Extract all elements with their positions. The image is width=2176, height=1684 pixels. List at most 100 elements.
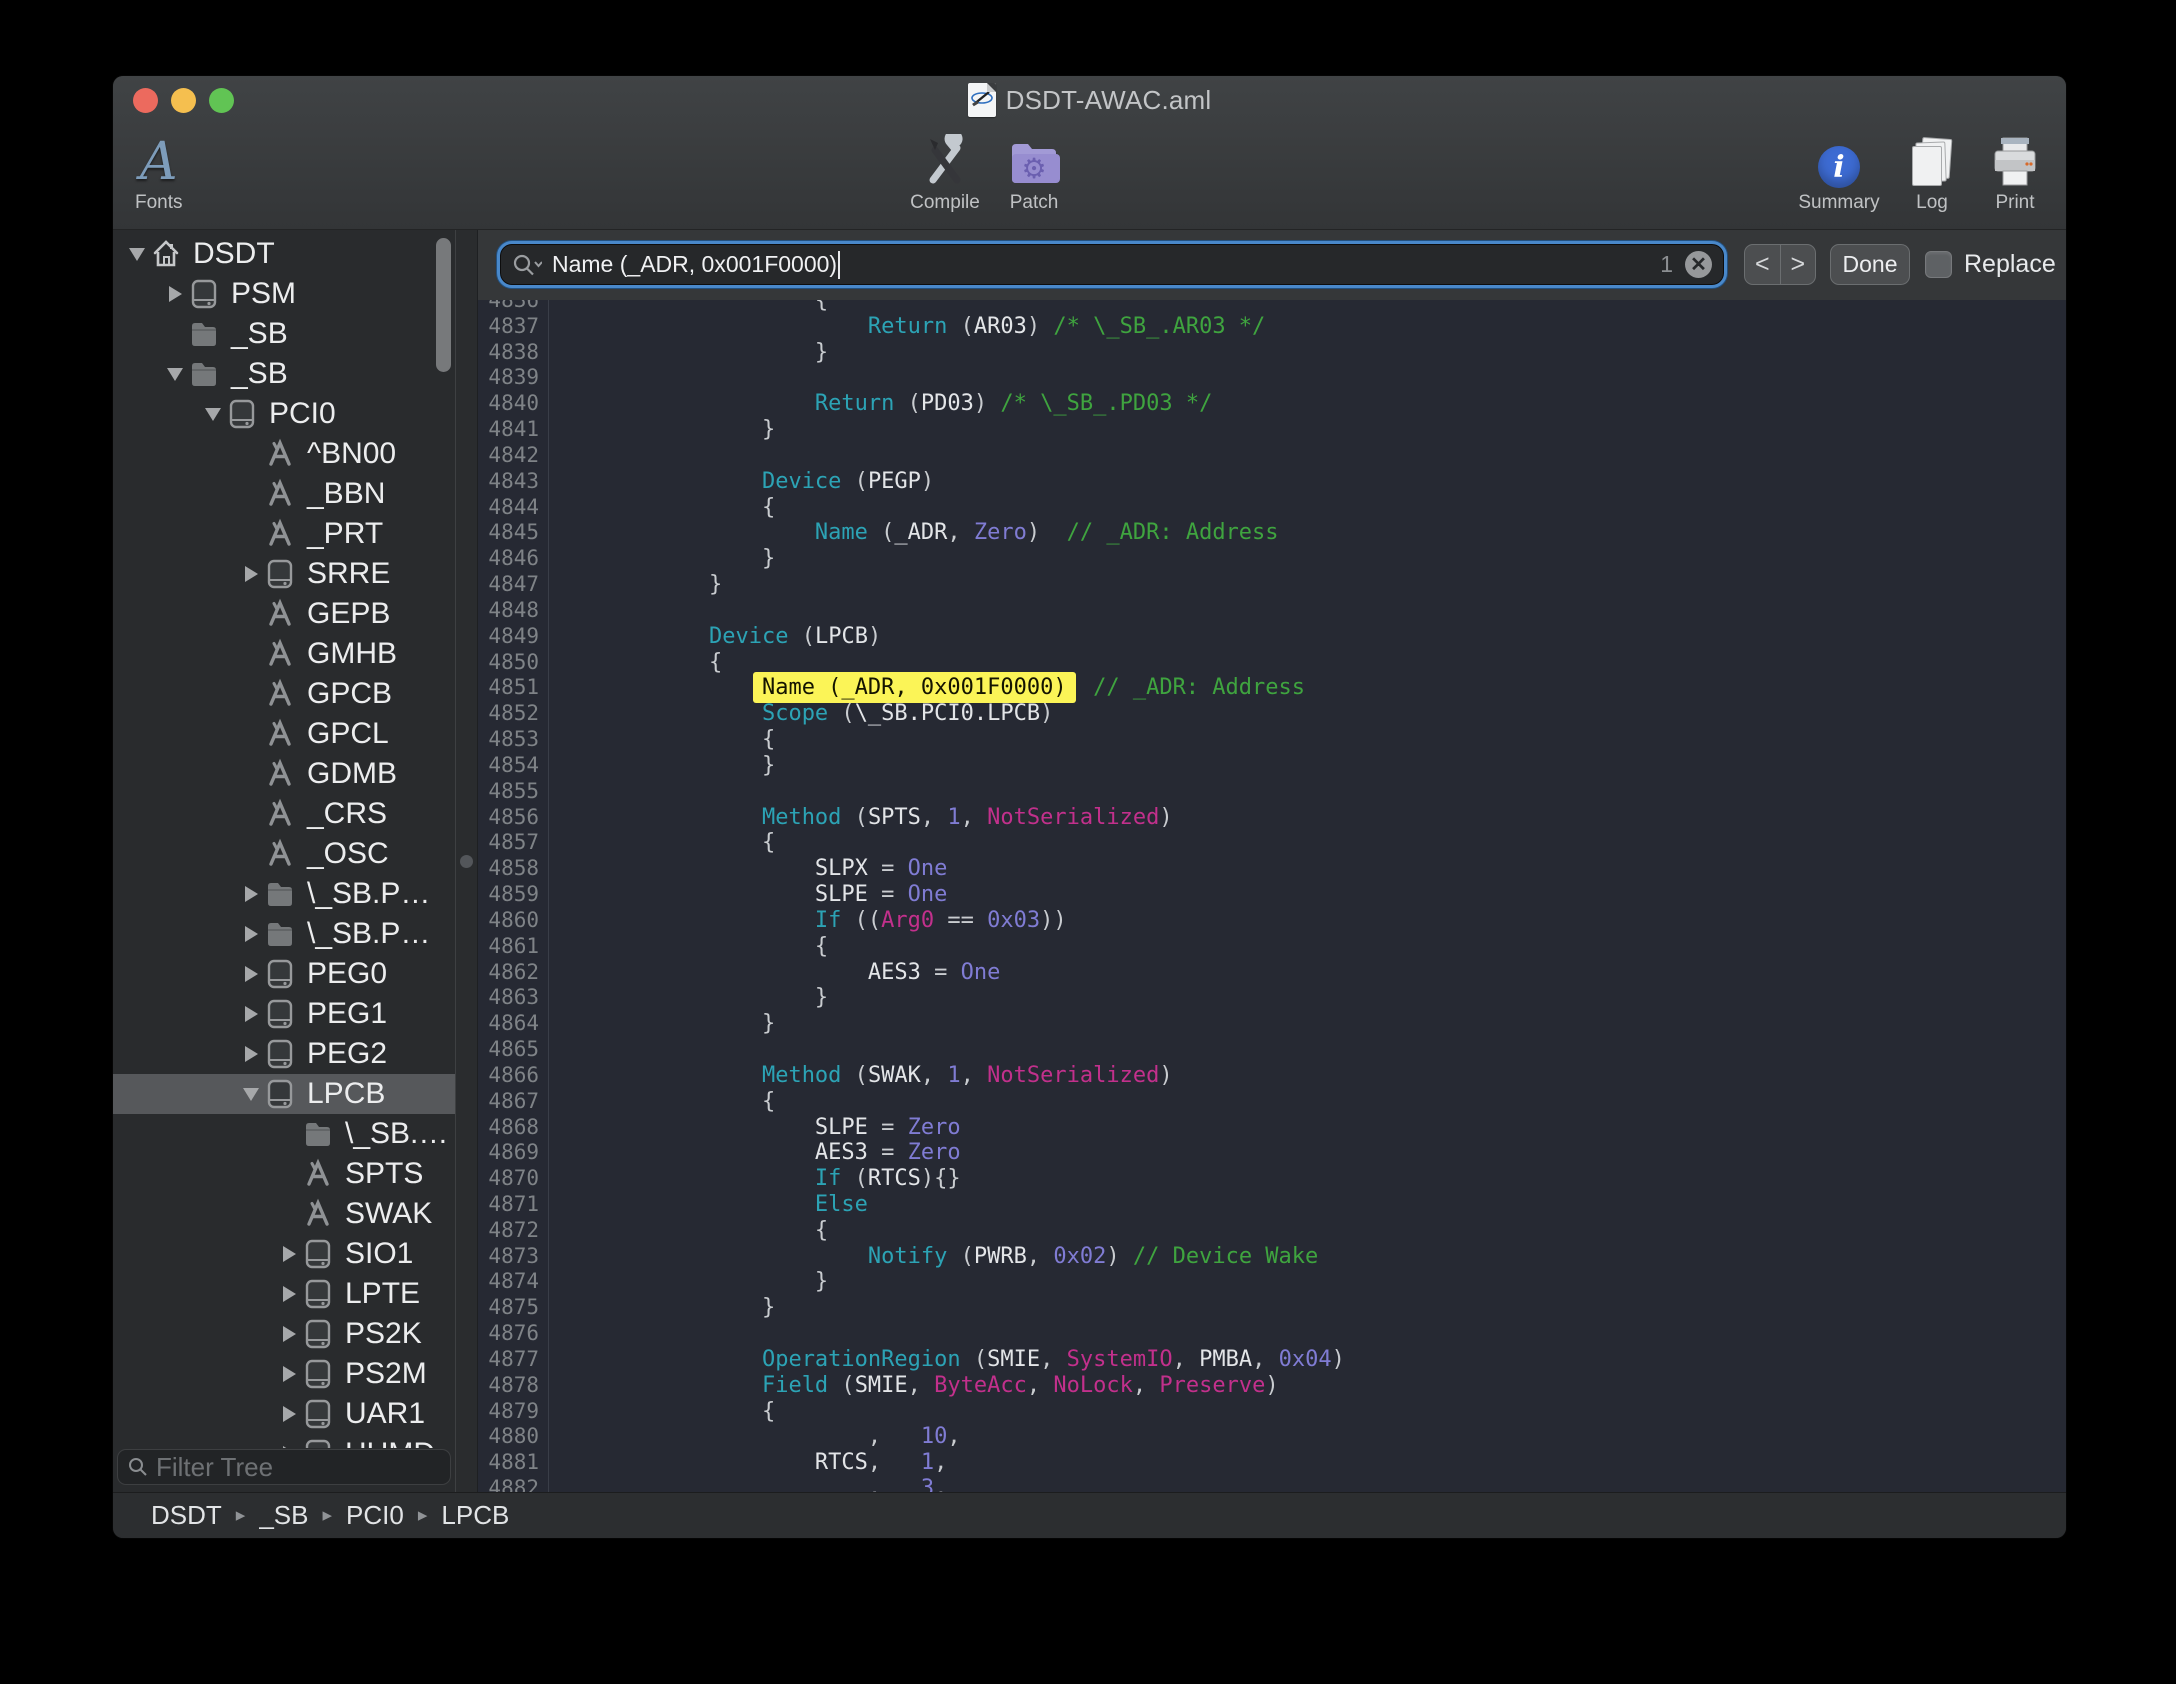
- done-button[interactable]: Done: [1830, 244, 1910, 285]
- disclosure-right-icon[interactable]: [277, 1406, 301, 1422]
- tree-item-uar1[interactable]: UAR1: [113, 1394, 455, 1434]
- code-line-4850: 4850 {: [478, 650, 2066, 676]
- find-input[interactable]: Name (_ADR, 0x001F0000) 1 ✕: [497, 241, 1727, 288]
- line-number: 4873: [478, 1244, 549, 1270]
- folder-icon: [265, 918, 295, 950]
- disclosure-right-icon[interactable]: [239, 926, 263, 942]
- tree-item-osc[interactable]: _OSC: [113, 834, 455, 874]
- tree-item-peg2[interactable]: PEG2: [113, 1034, 455, 1074]
- print-button[interactable]: Print: [1975, 132, 2055, 214]
- line-number: 4864: [478, 1011, 549, 1037]
- code-line-4873: 4873 Notify (PWRB, 0x02) // Device Wake: [478, 1244, 2066, 1270]
- tree-item-sio1[interactable]: SIO1: [113, 1234, 455, 1274]
- minimize-button[interactable]: [171, 88, 196, 113]
- disclosure-right-icon[interactable]: [239, 966, 263, 982]
- tree-item-prt[interactable]: _PRT: [113, 514, 455, 554]
- disclosure-right-icon[interactable]: [239, 566, 263, 582]
- tree-item-label: UAR1: [345, 1397, 425, 1431]
- find-bar: Name (_ADR, 0x001F0000) 1 ✕ < > Done Rep…: [478, 230, 2066, 300]
- disclosure-right-icon[interactable]: [277, 1366, 301, 1382]
- device-icon: [303, 1398, 333, 1430]
- tree-item-gpcl[interactable]: GPCL: [113, 714, 455, 754]
- code-line-4844: 4844 {: [478, 495, 2066, 521]
- tree-item-psm[interactable]: PSM: [113, 274, 455, 314]
- tree-item-ps2m[interactable]: PS2M: [113, 1354, 455, 1394]
- disclosure-right-icon[interactable]: [277, 1246, 301, 1262]
- zoom-button[interactable]: [209, 88, 234, 113]
- tree-item-ps2k[interactable]: PS2K: [113, 1314, 455, 1354]
- fonts-button[interactable]: A Fonts: [135, 132, 183, 214]
- code-line-4868: 4868 SLPE = Zero: [478, 1115, 2066, 1141]
- tree-item-crs[interactable]: _CRS: [113, 794, 455, 834]
- dsdt-tree: DSDTPSM_SB_SBPCI0^BN00_BBN_PRTSRREGEPBGM…: [113, 230, 455, 1448]
- tree-item-lpte[interactable]: LPTE: [113, 1274, 455, 1314]
- close-button[interactable]: [133, 88, 158, 113]
- code-editor[interactable]: 4836 {4837 Return (AR03) /* \_SB_.AR03 *…: [478, 300, 2066, 1492]
- tree-item-label: _SB: [231, 357, 288, 391]
- code-lines: 4836 {4837 Return (AR03) /* \_SB_.AR03 *…: [478, 300, 2066, 1492]
- clear-search-icon[interactable]: ✕: [1685, 251, 1712, 278]
- disclosure-right-icon[interactable]: [277, 1286, 301, 1302]
- tree-item-gmhb[interactable]: GMHB: [113, 634, 455, 674]
- disclosure-down-icon[interactable]: [239, 1088, 263, 1101]
- title-bar: DSDT-AWAC.aml: [113, 76, 2066, 124]
- summary-button[interactable]: i Summary: [1791, 132, 1887, 214]
- find-next-button[interactable]: >: [1781, 245, 1816, 284]
- disclosure-right-icon[interactable]: [239, 1046, 263, 1062]
- tree-item-gdmb[interactable]: GDMB: [113, 754, 455, 794]
- tree-item-swak[interactable]: SWAK: [113, 1194, 455, 1234]
- disclosure-right-icon[interactable]: [239, 1006, 263, 1022]
- svg-text:⚙: ⚙: [1021, 153, 1046, 184]
- disclosure-down-icon[interactable]: [163, 368, 187, 381]
- tree-item-humd[interactable]: HUMD: [113, 1434, 455, 1448]
- tree-item-lpcb[interactable]: LPCB: [113, 1074, 455, 1114]
- line-number: 4849: [478, 624, 549, 650]
- filter-tree-input[interactable]: Filter Tree: [117, 1449, 451, 1485]
- tree-item-gepb[interactable]: GEPB: [113, 594, 455, 634]
- disclosure-right-icon[interactable]: [277, 1326, 301, 1342]
- disclosure-right-icon[interactable]: [277, 1446, 301, 1448]
- replace-checkbox[interactable]: [1925, 251, 1952, 278]
- breadcrumb-item-dsdt[interactable]: DSDT: [151, 1500, 222, 1531]
- search-menu-icon[interactable]: [512, 253, 542, 277]
- tree-item-bbn[interactable]: _BBN: [113, 474, 455, 514]
- code-line-4846: 4846 }: [478, 546, 2066, 572]
- tree-item-sb[interactable]: _SB: [113, 314, 455, 354]
- tree-item-peg1[interactable]: PEG1: [113, 994, 455, 1034]
- split-divider[interactable]: [455, 230, 478, 1492]
- tree-item-sb[interactable]: \_SB.…: [113, 1114, 455, 1154]
- disclosure-down-icon[interactable]: [201, 408, 225, 421]
- breadcrumb-separator-icon: ▸: [322, 1504, 332, 1527]
- tree-item-dsdt[interactable]: DSDT: [113, 234, 455, 274]
- tree-item-bn00[interactable]: ^BN00: [113, 434, 455, 474]
- disclosure-down-icon[interactable]: [125, 248, 149, 261]
- line-number: 4875: [478, 1295, 549, 1321]
- breadcrumb-item-pci0[interactable]: PCI0: [346, 1500, 404, 1531]
- tree-item-sbp[interactable]: \_SB.P…: [113, 914, 455, 954]
- line-number: 4844: [478, 495, 549, 521]
- line-number: 4843: [478, 469, 549, 495]
- method-icon: [265, 438, 295, 470]
- breadcrumb-item-lpcb[interactable]: LPCB: [441, 1500, 509, 1531]
- disclosure-right-icon[interactable]: [163, 286, 187, 302]
- tree-item-peg0[interactable]: PEG0: [113, 954, 455, 994]
- code-line-4856: 4856 Method (SPTS, 1, NotSerialized): [478, 805, 2066, 831]
- tree-item-sbp[interactable]: \_SB.P…: [113, 874, 455, 914]
- tree-item-pci0[interactable]: PCI0: [113, 394, 455, 434]
- line-number: 4848: [478, 598, 549, 624]
- compile-button[interactable]: Compile: [895, 132, 995, 214]
- tree-item-sb[interactable]: _SB: [113, 354, 455, 394]
- device-icon: [265, 998, 295, 1030]
- line-number: 4859: [478, 882, 549, 908]
- disclosure-right-icon[interactable]: [239, 886, 263, 902]
- code-line-4880: 4880 , 10,: [478, 1424, 2066, 1450]
- find-previous-button[interactable]: <: [1745, 245, 1781, 284]
- tree-item-spts[interactable]: SPTS: [113, 1154, 455, 1194]
- fonts-label: Fonts: [135, 192, 183, 214]
- breadcrumb-item-sb[interactable]: _SB: [259, 1500, 308, 1531]
- tree-item-srre[interactable]: SRRE: [113, 554, 455, 594]
- tree-item-gpcb[interactable]: GPCB: [113, 674, 455, 714]
- log-button[interactable]: Log: [1899, 132, 1965, 214]
- divider-handle-icon[interactable]: [460, 855, 473, 868]
- patch-button[interactable]: ⚙ Patch: [989, 132, 1079, 214]
